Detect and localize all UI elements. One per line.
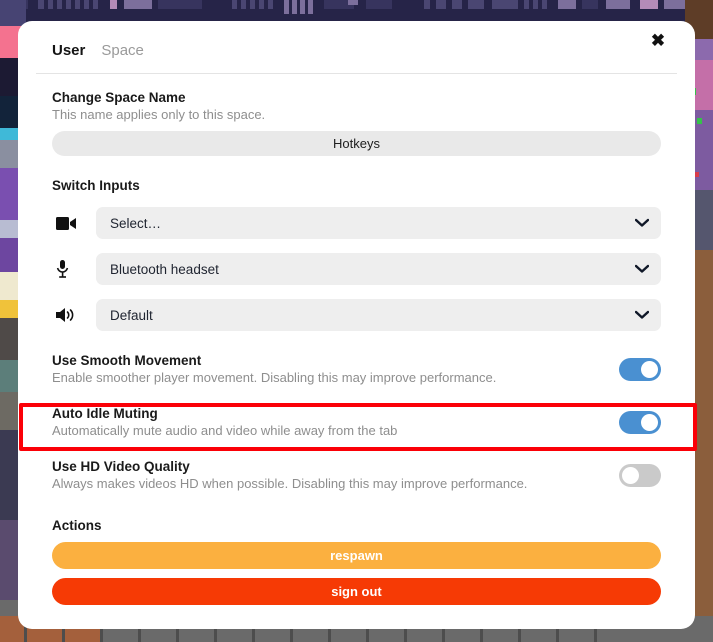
respawn-button[interactable]: respawn (52, 542, 661, 569)
microphone-select-value: Bluetooth headset (110, 261, 219, 277)
microphone-select[interactable]: Bluetooth headset (96, 253, 661, 285)
microphone-input-row: Bluetooth headset (52, 253, 661, 285)
modal-body: Change Space Name This name applies only… (36, 74, 677, 605)
tab-user[interactable]: User (52, 43, 85, 60)
speaker-icon (52, 307, 96, 323)
hd-video-quality-title: Use HD Video Quality (52, 459, 190, 474)
auto-idle-muting-subtitle: Automatically mute audio and video while… (52, 423, 398, 438)
smooth-movement-toggle[interactable] (619, 357, 661, 381)
switch-inputs-group: Switch Inputs Select… Bluetooth headset … (52, 178, 661, 331)
app-stage: User Space ✖ Change Space Name This name… (0, 0, 713, 642)
camera-select-value: Select… (110, 215, 162, 231)
toggle-knob (641, 413, 658, 431)
smooth-movement-subtitle: Enable smoother player movement. Disabli… (52, 370, 497, 385)
speaker-select[interactable]: Default (96, 299, 661, 331)
actions-title: Actions (52, 518, 102, 533)
chevron-down-icon (634, 216, 650, 231)
close-icon[interactable]: ✖ (645, 27, 671, 53)
speaker-input-row: Default (52, 299, 661, 331)
chevron-down-icon (634, 262, 650, 277)
change-space-name-group: Change Space Name This name applies only… (52, 74, 661, 156)
setting-text: Auto Idle Muting Automatically mute audi… (52, 406, 397, 438)
auto-idle-muting-title: Auto Idle Muting (52, 406, 158, 421)
microphone-icon (52, 260, 96, 278)
space-name-input[interactable]: Hotkeys (52, 131, 661, 156)
change-space-name-title: Change Space Name (52, 90, 186, 105)
setting-text: Use Smooth Movement Enable smoother play… (52, 353, 496, 385)
toggle-knob (622, 466, 639, 484)
camera-select[interactable]: Select… (96, 207, 661, 239)
chevron-down-icon (634, 308, 650, 323)
smooth-movement-title: Use Smooth Movement (52, 353, 202, 368)
sign-out-button[interactable]: sign out (52, 578, 661, 605)
toggle-knob (641, 360, 658, 378)
setting-row-smooth-movement: Use Smooth Movement Enable smoother play… (52, 331, 661, 394)
background-skyline (0, 0, 713, 22)
switch-inputs-title: Switch Inputs (52, 178, 140, 193)
tab-space[interactable]: Space (101, 43, 144, 60)
auto-idle-muting-toggle[interactable] (619, 410, 661, 434)
settings-modal: User Space ✖ Change Space Name This name… (18, 21, 695, 629)
setting-text: Use HD Video Quality Always makes videos… (52, 459, 527, 491)
setting-row-auto-idle-muting: Auto Idle Muting Automatically mute audi… (52, 394, 661, 447)
setting-row-hd-video-quality: Use HD Video Quality Always makes videos… (52, 447, 661, 500)
modal-tabbar: User Space ✖ (36, 21, 677, 74)
change-space-name-subtitle: This name applies only to this space. (52, 107, 266, 122)
hd-video-quality-toggle[interactable] (619, 463, 661, 487)
background-sprite-green-2 (697, 118, 702, 124)
camera-input-row: Select… (52, 207, 661, 239)
speaker-select-value: Default (110, 307, 153, 323)
hd-video-quality-subtitle: Always makes videos HD when possible. Di… (52, 476, 528, 491)
actions-group: Actions respawn sign out (52, 518, 661, 605)
video-camera-icon (52, 216, 96, 231)
